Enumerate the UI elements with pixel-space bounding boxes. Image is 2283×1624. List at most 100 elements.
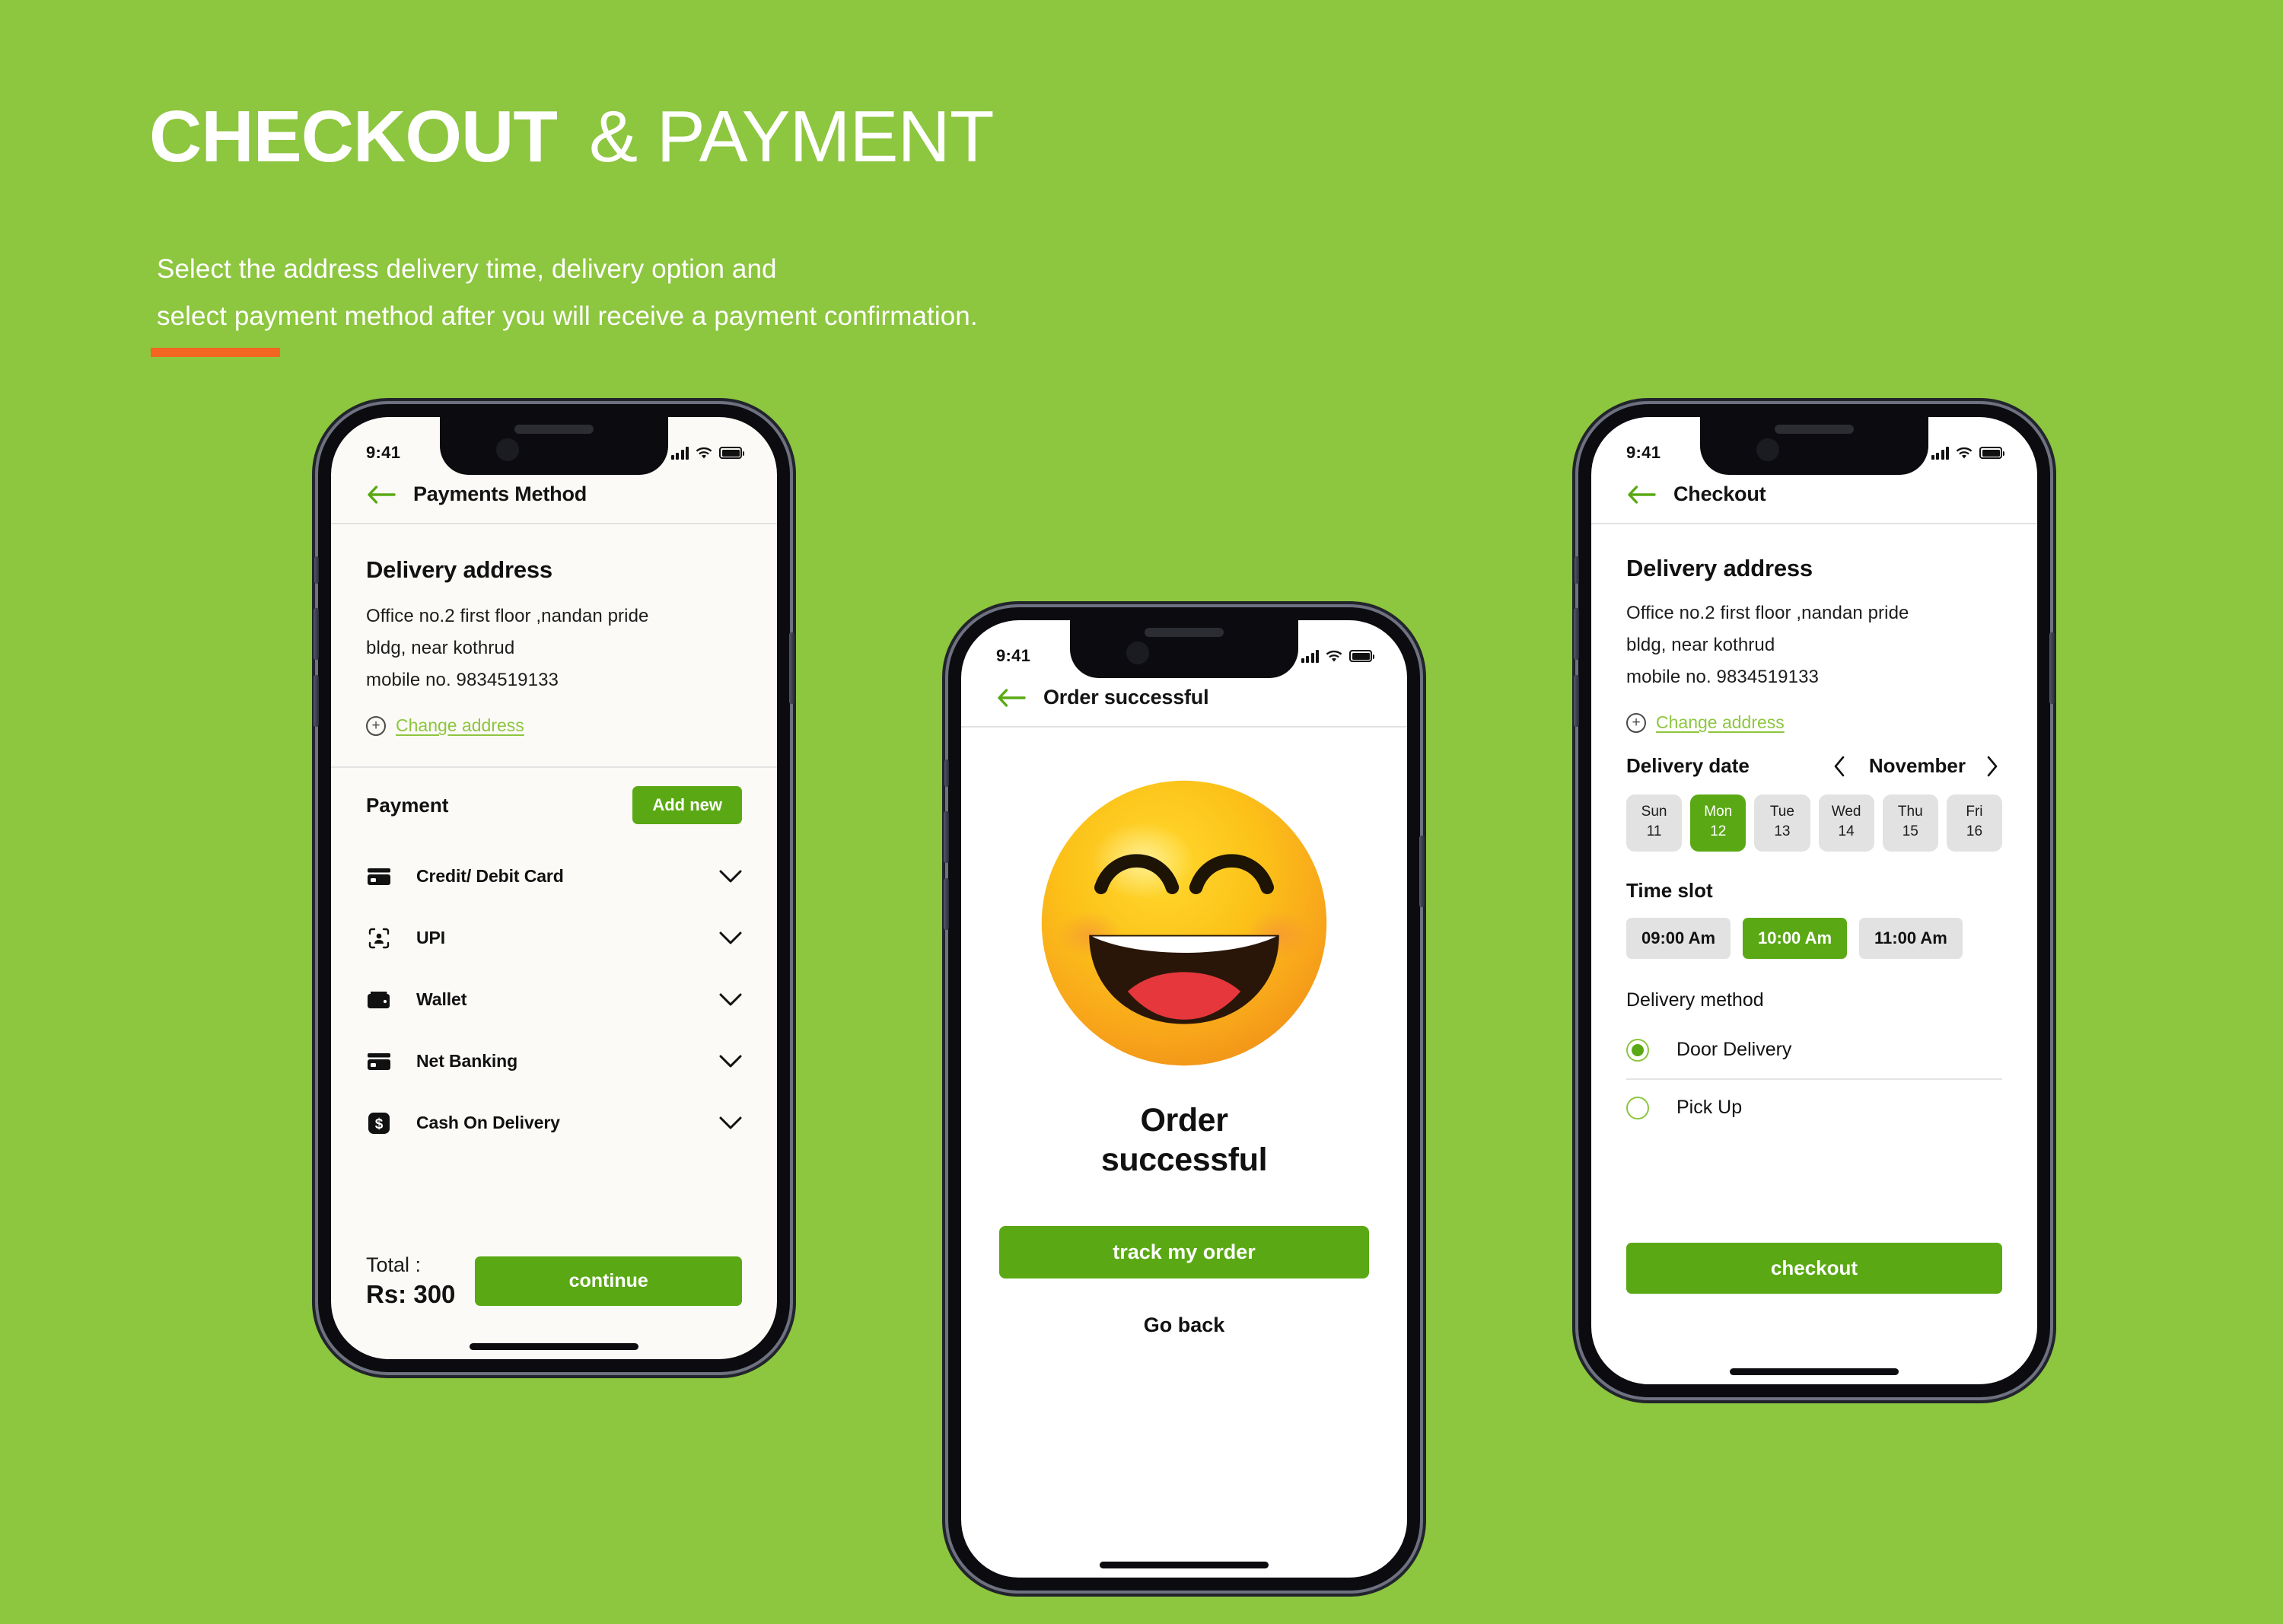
date-chip-number: 14 <box>1838 823 1855 839</box>
battery-full-icon <box>1349 650 1374 662</box>
success-headline-line-2: successful <box>1100 1142 1268 1179</box>
date-chip-number: 16 <box>1966 823 1983 839</box>
page-subtitle: Select the address delivery time, delive… <box>157 246 1443 341</box>
phone-volume-down-button[interactable] <box>314 675 319 727</box>
wifi-icon <box>1956 447 1973 460</box>
date-chip-dow: Mon <box>1704 804 1733 820</box>
success-headline: Order successful <box>999 1100 1369 1180</box>
delivery-date-heading: Delivery date <box>1626 754 1750 778</box>
payment-method-label: Net Banking <box>416 1051 518 1072</box>
delivery-address-heading: Delivery address <box>366 556 552 583</box>
phone-mute-switch[interactable] <box>944 759 949 787</box>
time-slot-strip: 09:00 Am 10:00 Am 11:00 Am <box>1626 917 2002 959</box>
payment-method-row-wallet[interactable]: Wallet <box>366 969 742 1030</box>
status-bar: 9:41 <box>961 620 1407 680</box>
phone-volume-up-button[interactable] <box>314 608 319 660</box>
phone-power-button[interactable] <box>2049 632 2055 704</box>
nav-bar: Payments Method <box>331 476 777 524</box>
nav-bar: Checkout <box>1591 476 2037 524</box>
payment-method-row-cash-on-delivery[interactable]: $ Cash On Delivery <box>366 1092 742 1154</box>
payment-method-label: UPI <box>416 928 446 948</box>
chevron-right-icon[interactable] <box>1985 755 2002 778</box>
back-arrow-icon[interactable] <box>366 484 396 505</box>
checkout-button[interactable]: checkout <box>1626 1243 2002 1294</box>
status-icons <box>670 446 744 460</box>
date-chip-number: 13 <box>1774 823 1791 839</box>
radio-button-icon[interactable] <box>1626 1096 1649 1119</box>
change-address-button[interactable]: + Change address <box>366 715 742 736</box>
delivery-method-label: Pick Up <box>1676 1097 1743 1119</box>
continue-button[interactable]: continue <box>475 1256 742 1306</box>
change-address-button[interactable]: + Change address <box>1626 712 2002 733</box>
phone-power-button[interactable] <box>789 632 794 704</box>
phone-power-button[interactable] <box>1419 836 1425 907</box>
phone-volume-up-button[interactable] <box>944 811 949 863</box>
cellular-signal-icon <box>670 446 689 460</box>
wifi-icon <box>1326 650 1342 663</box>
date-chip[interactable]: Wed 14 <box>1818 794 1874 852</box>
svg-text:$: $ <box>375 1116 384 1132</box>
battery-full-icon <box>1979 447 2004 459</box>
date-chip-dow: Thu <box>1897 804 1923 820</box>
month-label: November <box>1868 754 1966 778</box>
date-chip-number: 12 <box>1710 823 1727 839</box>
payment-methods-list: Credit/ Debit Card UPI Wallet Net Bankin… <box>366 845 742 1154</box>
phone-mute-switch[interactable] <box>314 556 319 584</box>
nav-title: Order successful <box>1043 686 1209 709</box>
wifi-icon <box>696 447 712 460</box>
chevron-down-icon[interactable] <box>719 870 742 884</box>
date-chip[interactable]: Fri 16 <box>1946 794 2003 852</box>
page-title-light: & PAYMENT <box>588 96 995 177</box>
payment-method-row-credit-debit-card[interactable]: Credit/ Debit Card <box>366 845 742 907</box>
date-chip[interactable]: Thu 15 <box>1882 794 1938 852</box>
phone-volume-up-button[interactable] <box>1574 608 1579 660</box>
payment-method-label: Credit/ Debit Card <box>416 866 564 887</box>
change-address-label: Change address <box>1656 712 1785 733</box>
credit-card-icon <box>366 868 392 885</box>
add-new-button[interactable]: Add new <box>632 786 742 825</box>
plus-circle-icon: + <box>366 715 386 736</box>
time-slot-heading: Time slot <box>1626 878 1713 902</box>
delivery-date-strip: Sun 11 Mon 12 Tue 13 Wed 14 Thu 15 Fri 1… <box>1626 794 2003 852</box>
date-chip-selected[interactable]: Mon 12 <box>1690 794 1746 852</box>
delivery-method-option-door-delivery[interactable]: Door Delivery <box>1626 1022 2002 1078</box>
credit-card-icon <box>366 1052 392 1070</box>
date-chip-number: 11 <box>1646 823 1662 839</box>
phone-mockup-checkout: 9:41 Checkout Delivery address Office no… <box>1574 404 2055 1397</box>
status-time: 9:41 <box>1626 443 1661 462</box>
time-slot-chip-selected[interactable]: 10:00 Am <box>1743 917 1848 959</box>
phone-mute-switch[interactable] <box>1575 556 1579 584</box>
page-title: CHECKOUT & PAYMENT <box>149 96 1443 358</box>
payment-method-row-net-banking[interactable]: Net Banking <box>366 1030 742 1092</box>
date-chip[interactable]: Sun 11 <box>1626 794 1683 852</box>
address-line-1: Office no.2 first floor ,nandan pride <box>1626 603 1909 623</box>
track-my-order-button[interactable]: track my order <box>999 1225 1369 1279</box>
plus-circle-icon: + <box>1626 712 1646 733</box>
back-arrow-icon[interactable] <box>996 687 1027 709</box>
wallet-icon <box>366 991 392 1009</box>
back-arrow-icon[interactable] <box>1626 484 1657 505</box>
date-chip-dow: Fri <box>1966 804 1983 820</box>
chevron-down-icon[interactable] <box>719 993 742 1007</box>
title-underline-accent <box>151 348 280 358</box>
phone-volume-down-button[interactable] <box>1574 675 1579 727</box>
month-navigator: November <box>1832 754 2002 778</box>
delivery-method-option-pick-up[interactable]: Pick Up <box>1626 1078 2002 1136</box>
chevron-down-icon[interactable] <box>719 931 742 945</box>
page-header: CHECKOUT & PAYMENT Select the address de… <box>149 96 1443 358</box>
payment-section-header: Payment Add new <box>366 786 742 825</box>
go-back-button[interactable]: Go back <box>999 1314 1369 1337</box>
subtitle-line-2: select payment method after you will rec… <box>157 301 978 332</box>
date-chip[interactable]: Tue 13 <box>1754 794 1810 852</box>
phone-volume-down-button[interactable] <box>944 878 949 930</box>
chevron-down-icon[interactable] <box>719 1116 742 1130</box>
payment-method-row-upi[interactable]: UPI <box>366 907 742 969</box>
time-slot-chip[interactable]: 09:00 Am <box>1626 917 1731 959</box>
upi-scan-person-icon <box>366 928 392 949</box>
chevron-left-icon[interactable] <box>1832 755 1849 778</box>
time-slot-chip[interactable]: 11:00 Am <box>1859 917 1963 959</box>
nav-title: Checkout <box>1673 482 1766 505</box>
chevron-down-icon[interactable] <box>719 1055 742 1068</box>
phone-mockup-payments-method: 9:41 Payments Method Delivery address Of… <box>314 404 794 1372</box>
radio-button-selected-icon[interactable] <box>1626 1038 1649 1062</box>
